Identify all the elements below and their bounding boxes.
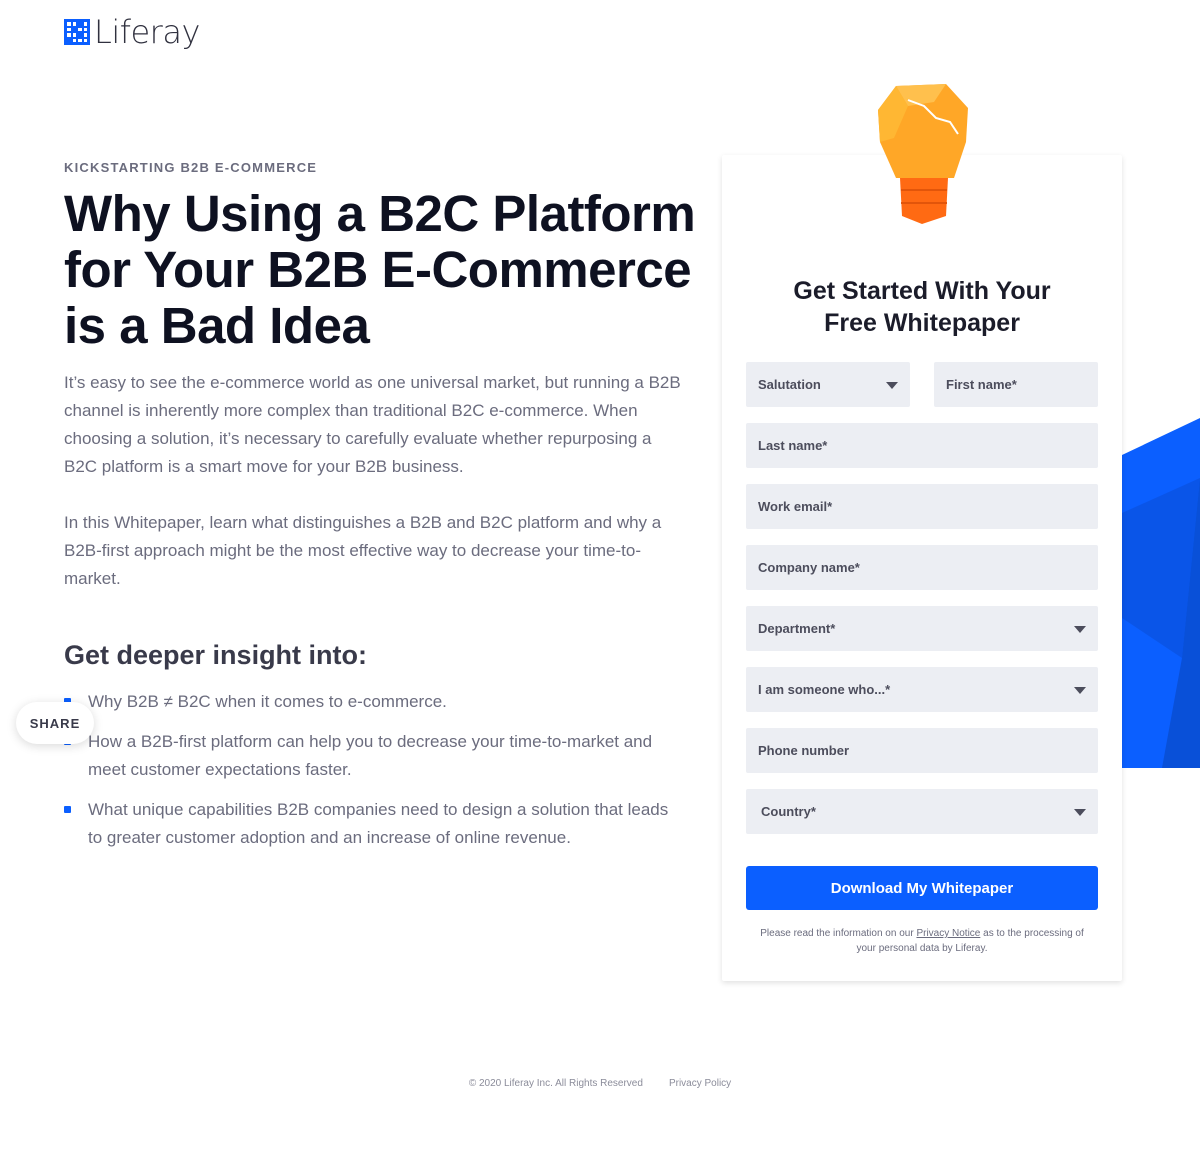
last-name-placeholder: Last name* [758,438,828,453]
role-select-label: I am someone who...* [758,682,891,697]
salutation-select-label: Salutation [758,377,821,392]
chevron-down-icon [1074,626,1086,633]
liferay-logo-icon [64,19,90,45]
form-title: Get Started With Your Free Whitepaper [746,275,1098,339]
page-title: Why Using a B2C Platform for Your B2B E-… [64,186,704,354]
intro-line: It’s easy to see the e-commerce world as… [64,373,681,392]
logo-wordmark: Liferay [94,13,200,51]
share-button[interactable]: SHARE [16,702,94,744]
role-select[interactable]: I am someone who...* [746,667,1098,712]
footer: © 2020 Liferay Inc. All Rights Reserved … [0,1078,1200,1089]
whitepaper-line: market. [64,569,121,588]
eyebrow-label: KICKSTARTING B2B E-COMMERCE [64,160,318,175]
insight-heading: Get deeper insight into: [64,640,368,670]
privacy-notice-text: Please read the information on our Priva… [746,926,1098,956]
list-item-line: to greater customer adoption and an incr… [88,828,571,847]
list-item-line: What unique capabilities B2B companies n… [88,800,669,819]
last-name-field[interactable]: Last name* [746,423,1098,468]
intro-paragraph: It’s easy to see the e-commerce world as… [64,369,684,481]
liferay-logo[interactable]: Liferay [64,13,200,51]
privacy-notice-prefix: Please read the information on our [760,928,917,939]
form-title-line: Get Started With Your [793,277,1051,305]
list-item: How a B2B-first platform can help you to… [64,728,674,784]
privacy-notice-suffix: as to the processing of [980,928,1084,939]
bullet-icon [64,806,71,813]
privacy-notice-line: Please read the information on our Priva… [746,926,1098,941]
chevron-down-icon [1074,809,1086,816]
company-name-field[interactable]: Company name* [746,545,1098,590]
intro-line: channel is inherently more complex than … [64,401,638,420]
page-title-line: Why Using a B2C Platform [64,185,696,242]
list-item-line: Why B2B ≠ B2C when it comes to e-commerc… [88,692,447,711]
country-select[interactable]: Country* [746,789,1098,834]
work-email-field[interactable]: Work email* [746,484,1098,529]
privacy-notice-link[interactable]: Privacy Notice [916,928,980,939]
department-select[interactable]: Department* [746,606,1098,651]
insight-list: Why B2B ≠ B2C when it comes to e-commerc… [64,688,674,864]
salutation-select[interactable]: Salutation [746,362,910,407]
list-item-line: How a B2B-first platform can help you to… [88,732,653,751]
department-select-label: Department* [758,621,836,636]
phone-number-placeholder: Phone number [758,743,850,758]
list-item: Why B2B ≠ B2C when it comes to e-commerc… [64,688,674,716]
intro-line: B2C platform is a smart move for your B2… [64,457,464,476]
page-title-line: is a Bad Idea [64,297,370,354]
company-name-placeholder: Company name* [758,560,860,575]
whitepaper-line: B2B-first approach might be the most eff… [64,541,642,560]
copyright-text: © 2020 Liferay Inc. All Rights Reserved [468,1078,643,1089]
download-whitepaper-button[interactable]: Download My Whitepaper [746,866,1098,910]
phone-number-field[interactable]: Phone number [746,728,1098,773]
privacy-policy-link[interactable]: Privacy Policy [669,1078,731,1089]
page-title-line: for Your B2B E-Commerce [64,241,692,298]
form-title-line: Free Whitepaper [824,309,1020,337]
intro-line: choosing a solution, it’s necessary to c… [64,429,652,448]
list-item: What unique capabilities B2B companies n… [64,796,674,852]
privacy-notice-line: your personal data by Liferay. [856,943,988,954]
list-item-line: meet customer expectations faster. [88,760,352,779]
first-name-field[interactable]: First name* [934,362,1098,407]
whitepaper-paragraph: In this Whitepaper, learn what distingui… [64,509,684,593]
whitepaper-line: In this Whitepaper, learn what distingui… [64,513,662,532]
lightbulb-icon [878,84,968,224]
chevron-down-icon [886,382,898,389]
first-name-placeholder: First name* [946,377,1017,392]
country-select-label: Country* [761,804,816,819]
work-email-placeholder: Work email* [758,499,833,514]
chevron-down-icon [1074,687,1086,694]
blue-background-shape [1122,418,1200,768]
